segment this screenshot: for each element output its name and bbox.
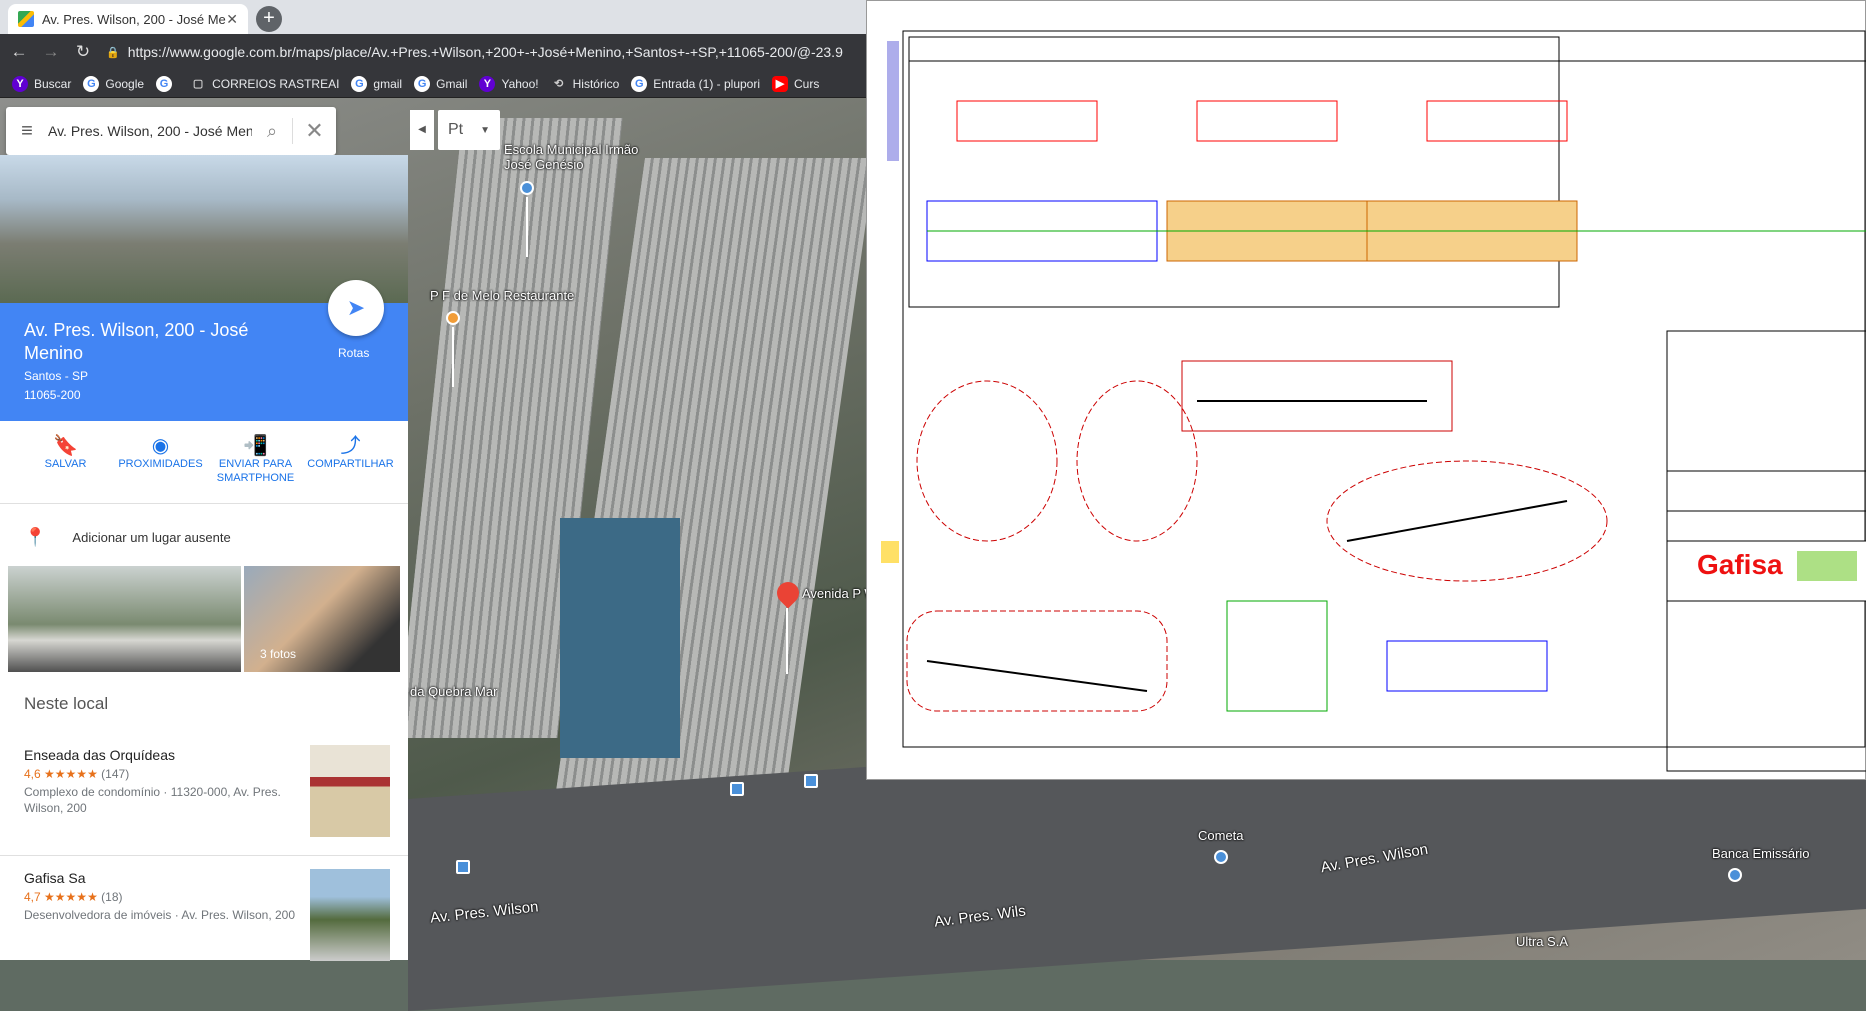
bookmark-curs[interactable]: ▶ Curs (772, 75, 819, 92)
add-missing-place[interactable]: 📍 Adicionar um lugar ausente (24, 527, 231, 548)
transit-icon[interactable] (804, 774, 818, 788)
bookmark-icon: 🔖 (53, 435, 78, 457)
youtube-icon: ▶ (772, 75, 789, 92)
rating: 4,6 ★★★★★ (147) (24, 767, 130, 781)
bookmark-gmail[interactable]: Ggmail (351, 75, 402, 92)
technical-drawing: Gafisa (881, 30, 1866, 772)
google-icon: G (414, 75, 431, 92)
collapse-panel-button[interactable]: ◀ (410, 110, 434, 150)
history-icon: ⟲ (554, 77, 564, 90)
place-panel: Av. Pres. Wilson, 200 - José Menino Sant… (0, 155, 408, 961)
google-icon: G (351, 75, 368, 92)
pin-stem (786, 608, 788, 674)
yahoo-icon: Y (12, 75, 28, 92)
url-text: https://www.google.com.br/maps/place/Av.… (127, 44, 843, 60)
place-thumbnail[interactable] (310, 869, 390, 961)
pin-stem (452, 327, 454, 387)
google-icon: G (83, 75, 100, 92)
send-to-phone-button[interactable]: 📲 ENVIAR PARA SMARTPHONE (208, 433, 303, 509)
banca-pin-icon[interactable] (1728, 868, 1742, 882)
map-label-quebra-mar[interactable]: da Quebra Mar (410, 684, 497, 699)
forward-icon[interactable]: → (38, 42, 64, 62)
browser-tab[interactable]: Av. Pres. Wilson, 200 - José Meni ✕ (8, 4, 248, 34)
close-icon[interactable]: ✕ (292, 118, 336, 144)
bookmark-google[interactable]: G Google (83, 75, 144, 92)
language-select[interactable]: Pt ▼ (438, 110, 500, 150)
share-button[interactable]: ⤴ COMPARTILHAR (303, 433, 398, 509)
map-label-ultra[interactable]: Ultra S.A (1516, 934, 1568, 949)
send-to-phone-icon: 📲 (243, 435, 268, 457)
maps-favicon-icon (18, 11, 34, 27)
bookmark-historico[interactable]: ⟲ Histórico (551, 76, 619, 92)
place-zip: 11065-200 (24, 388, 81, 402)
transit-icon[interactable] (456, 860, 470, 874)
map-label-school[interactable]: Escola Municipal Irmão José Genésio (504, 142, 644, 172)
map-label-restaurant[interactable]: P F de Melo Restaurante (430, 288, 574, 303)
school-pin-icon[interactable] (520, 181, 534, 195)
directions-label: Rotas (338, 346, 370, 360)
place-city: Santos - SP (24, 369, 89, 383)
bookmark-buscar[interactable]: Y Buscar (12, 75, 71, 92)
bookmark-correios[interactable]: ▢ CORREIOS RASTREAI (190, 76, 340, 92)
pin-stem (526, 197, 528, 257)
back-icon[interactable]: ← (6, 42, 32, 62)
google-icon: G (156, 75, 173, 92)
cometa-pin-icon[interactable] (1214, 850, 1228, 864)
gafisa-logo: Gafisa (1697, 549, 1783, 580)
list-item[interactable]: Enseada das Orquídeas 4,6 ★★★★★ (147) Co… (24, 747, 314, 816)
map-label-banca[interactable]: Banca Emissário (1712, 846, 1810, 861)
map-label-cometa[interactable]: Cometa (1198, 828, 1244, 843)
bookmark-google-2[interactable]: G (156, 75, 178, 92)
place-name: Enseada das Orquídeas (24, 747, 175, 763)
save-button[interactable]: 🔖 SALVAR (18, 433, 113, 509)
close-tab-icon[interactable]: ✕ (226, 11, 238, 28)
divider (0, 855, 408, 856)
rating: 4,7 ★★★★★ (18) (24, 890, 123, 904)
google-icon: G (631, 75, 648, 92)
new-tab-button[interactable]: + (256, 6, 282, 32)
search-icon[interactable]: ⌕ (252, 121, 292, 142)
nearby-icon: ◉ (151, 435, 170, 457)
search-input[interactable]: Av. Pres. Wilson, 200 - José Meni (48, 123, 252, 139)
list-item[interactable]: Gafisa Sa 4,7 ★★★★★ (18) Desenvolvedora … (24, 870, 314, 923)
add-place-icon: 📍 (24, 527, 47, 547)
place-title: Av. Pres. Wilson, 200 - José Menino (24, 320, 249, 363)
search-box[interactable]: ≡ Av. Pres. Wilson, 200 - José Meni ⌕ ✕ (6, 107, 336, 155)
restaurant-pin-icon[interactable] (446, 311, 460, 325)
page-icon: ▢ (192, 77, 204, 90)
bookmark-entrada[interactable]: G Entrada (1) - plupori (631, 75, 760, 92)
place-description: Complexo de condomínio · 11320-000, Av. … (24, 785, 281, 815)
menu-icon[interactable]: ≡ (6, 120, 48, 143)
photo-thumbnail[interactable] (8, 566, 241, 672)
section-title: Neste local (24, 694, 109, 713)
lock-icon: 🔒 (106, 46, 120, 59)
action-bar: 🔖 SALVAR ◉ PROXIMIDADES 📲 ENVIAR PARA SMART… (0, 433, 408, 509)
bookmark-yahoo[interactable]: Y Yahoo! (479, 75, 539, 92)
place-name: Gafisa Sa (24, 870, 86, 886)
nearby-button[interactable]: ◉ PROXIMIDADES (113, 433, 208, 509)
technical-drawing-window[interactable]: Gafisa (866, 0, 1866, 780)
divider (0, 503, 408, 504)
tab-title: Av. Pres. Wilson, 200 - José Meni (42, 11, 227, 27)
transit-icon[interactable] (730, 782, 744, 796)
map-label-avenida[interactable]: Avenida P Wilson, 20 (802, 586, 866, 601)
yahoo-icon: Y (479, 75, 496, 92)
bookmark-gmail-2[interactable]: G Gmail (414, 75, 467, 92)
share-icon: ⤴ (340, 435, 361, 457)
place-description: Desenvolvedora de imóveis · Av. Pres. Wi… (24, 908, 296, 922)
directions-button[interactable]: ➤ (328, 280, 384, 336)
photos-count: 3 fotos (260, 647, 297, 661)
reload-icon[interactable]: ↻ (70, 42, 96, 62)
place-thumbnail[interactable] (310, 745, 390, 837)
chevron-down-icon: ▼ (480, 124, 490, 136)
pool-area (560, 518, 680, 758)
